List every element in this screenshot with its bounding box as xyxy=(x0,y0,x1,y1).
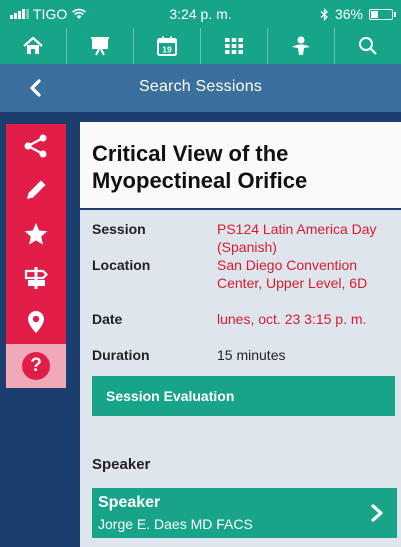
favorite-button[interactable] xyxy=(6,212,66,256)
speaker-label: Speaker xyxy=(98,494,161,511)
page-title: Search Sessions xyxy=(138,78,263,95)
presentation-icon xyxy=(91,37,109,56)
detail-value-date[interactable]: lunes, oct. 23 3:15 p. m. xyxy=(217,310,397,328)
nav-grid-button[interactable] xyxy=(201,28,268,64)
location-button[interactable] xyxy=(6,300,66,344)
chevron-right-icon xyxy=(371,504,383,522)
status-right: 36% xyxy=(320,6,396,22)
bluetooth-icon xyxy=(320,7,328,21)
directions-button[interactable] xyxy=(6,256,66,300)
detail-label: Session xyxy=(92,221,146,237)
battery-percent: 36% xyxy=(334,6,363,22)
person-icon xyxy=(292,36,310,55)
help-icon: ? xyxy=(22,352,50,380)
edit-button[interactable] xyxy=(6,168,66,212)
status-bar: TIGO 3:24 p. m. 36% xyxy=(0,0,401,28)
pencil-icon xyxy=(27,180,46,199)
help-button[interactable]: ? xyxy=(6,344,66,388)
speaker-card: Speaker Speaker Jorge E. Daes MD FACS xyxy=(80,442,401,547)
session-evaluation-button[interactable]: Session Evaluation xyxy=(92,376,395,416)
search-icon xyxy=(359,37,377,55)
nav-home-button[interactable] xyxy=(0,28,67,64)
battery-icon xyxy=(369,8,396,20)
detail-label: Duration xyxy=(92,347,150,363)
detail-value-duration: 15 minutes xyxy=(217,347,286,363)
calendar-icon: 19 xyxy=(157,36,177,56)
battery-level xyxy=(371,10,378,18)
grid-icon xyxy=(225,38,243,54)
star-icon xyxy=(24,223,48,245)
share-button[interactable] xyxy=(6,124,66,168)
nav-calendar-button[interactable]: 19 xyxy=(134,28,201,64)
detail-label: Date xyxy=(92,311,123,327)
calendar-day: 19 xyxy=(162,45,172,55)
speaker-name: Jorge E. Daes MD FACS xyxy=(98,516,253,532)
signpost-icon xyxy=(24,267,49,289)
nav-presentation-button[interactable] xyxy=(67,28,134,64)
detail-value-location[interactable]: San Diego Convention Center, Upper Level… xyxy=(217,256,397,292)
location-pin-icon xyxy=(28,311,44,333)
detail-value-session[interactable]: PS124 Latin America Day (Spanish) xyxy=(217,220,397,256)
title-bar: Search Sessions xyxy=(0,64,401,112)
nav-person-button[interactable] xyxy=(268,28,335,64)
home-icon xyxy=(23,36,43,54)
speaker-link[interactable]: Speaker Jorge E. Daes MD FACS xyxy=(92,488,397,538)
session-detail-panel: Critical View of the Myopectineal Orific… xyxy=(66,112,401,547)
detail-label: Location xyxy=(92,257,151,273)
share-icon xyxy=(24,134,47,158)
speaker-heading: Speaker xyxy=(92,456,151,473)
nav-search-button[interactable] xyxy=(335,28,401,64)
session-title: Critical View of the Myopectineal Orific… xyxy=(80,122,401,208)
main-nav-bar: 19 xyxy=(0,28,401,64)
top-header: TIGO 3:24 p. m. 36% 19 xyxy=(0,0,401,64)
